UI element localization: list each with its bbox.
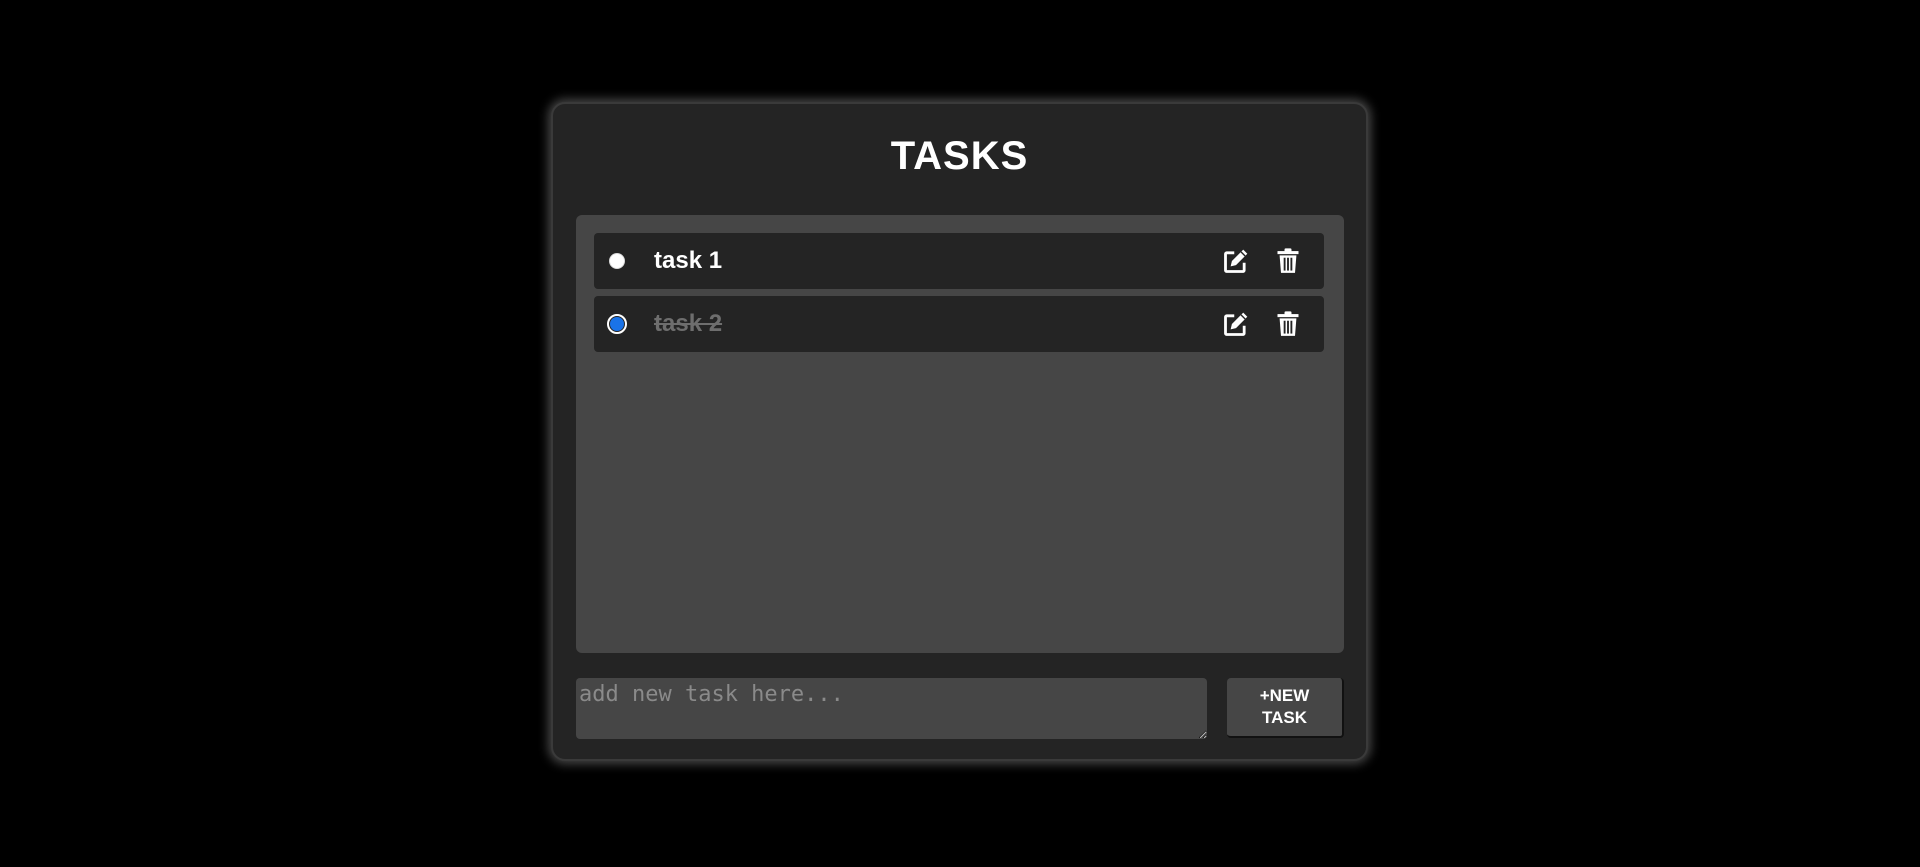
- page-title: TASKS: [890, 134, 1029, 178]
- task-item: task 2: [594, 296, 1324, 352]
- task-complete-radio[interactable]: [607, 314, 627, 334]
- trash-icon[interactable]: [1274, 247, 1302, 275]
- trash-icon[interactable]: [1274, 310, 1302, 338]
- task-label: task 1: [654, 247, 723, 274]
- new-task-input[interactable]: [576, 678, 1207, 739]
- add-task-button[interactable]: +NEW TASK: [1227, 678, 1344, 738]
- task-complete-radio[interactable]: [609, 253, 625, 269]
- task-label: task 2: [654, 310, 723, 337]
- task-item: task 1: [594, 233, 1324, 289]
- edit-icon[interactable]: [1222, 247, 1250, 275]
- edit-icon[interactable]: [1222, 310, 1250, 338]
- task-app-card: TASKS task 1 task 2 add new task here...…: [551, 102, 1368, 761]
- task-list: task 1 task 2: [576, 215, 1344, 653]
